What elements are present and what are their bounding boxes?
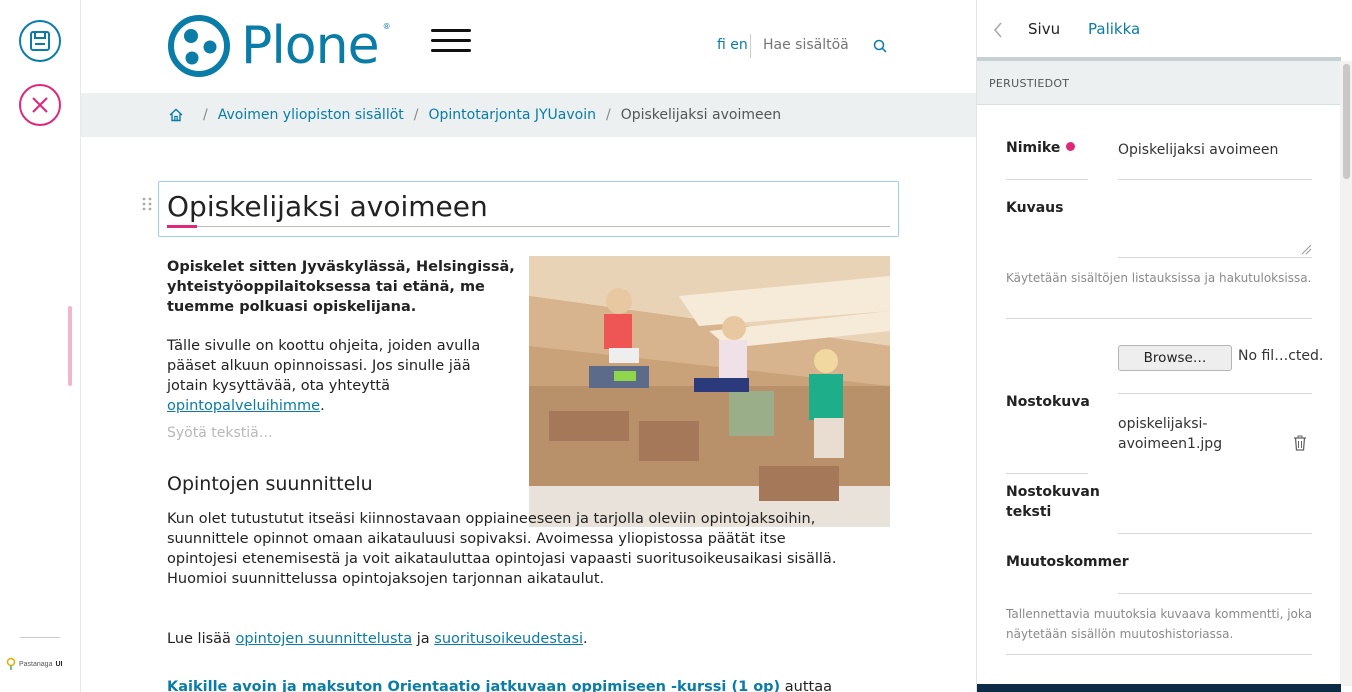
title-underline-accent [167,225,197,228]
brand-label: Pastanaga [19,660,53,668]
planning-paragraph[interactable]: Kun olet tutustutut itseäsi kiinnostavaa… [167,509,857,589]
save-button[interactable] [19,20,61,62]
browse-button[interactable]: Browse… [1118,345,1232,371]
breadcrumb-current: Opiskelijaksi avoimeen [620,107,782,123]
lead-paragraph[interactable]: Opiskelet sitten Jyväskylässä, Helsingis… [167,257,517,317]
required-indicator [1066,142,1076,151]
course-paragraph[interactable]: Kaikille avoin ja maksuton Orientaatio j… [167,677,887,692]
field-divider [1006,318,1312,319]
readmore-end: . [583,631,588,647]
scrollbar-thumb[interactable] [1343,64,1350,179]
no-file-text: No fil…cted. [1238,348,1324,364]
intro-paragraph[interactable]: Tälle sivulle on koottu ohjeita, joiden … [167,336,487,416]
field-underline [1118,179,1312,180]
readmore-mid: ja [412,631,435,647]
logo-registered: ® [382,21,391,31]
home-icon[interactable] [169,108,183,122]
logo-text: Plone [241,16,380,76]
title-underline [167,226,890,227]
field-divider [1006,654,1312,655]
course-text: auttaa [780,679,832,692]
services-link[interactable]: opintopalveluihimme [167,398,320,414]
breadcrumb: / Avoimen yliopiston sisällöt / Opintota… [81,93,976,137]
students-photo[interactable] [529,256,890,527]
properties-sidebar: Sivu Palikka PERUSTIEDOT Nimike Opiskeli… [976,0,1352,692]
brand-suffix: UI [55,660,63,668]
text-block-placeholder[interactable]: Syötä tekstiä… [167,425,273,441]
language-selector[interactable]: fi en [717,37,748,53]
breadcrumb-link[interactable]: Avoimen yliopiston sisällöt [218,107,404,123]
title-label-text: Nimike [1006,140,1061,156]
breadcrumb-separator: / [413,107,419,123]
image-caption-label: Nostokuvan teksti [1006,484,1100,520]
resize-handle-icon[interactable] [1300,243,1312,255]
title-block[interactable]: Opiskelijaksi avoimeen [158,181,899,237]
changenote-label: Muutoskommer [1006,554,1129,570]
left-toolbar: Pastanaga UI [0,0,81,692]
field-divider [1006,179,1088,180]
description-field-label: Kuvaus [1006,200,1064,216]
page-title[interactable]: Opiskelijaksi avoimeen [167,190,488,223]
description-field[interactable] [1118,257,1312,258]
planning-link[interactable]: opintojen suunnittelusta [236,631,413,647]
breadcrumb-link[interactable]: Opintotarjonta JYUavoin [428,107,596,123]
section-header[interactable]: PERUSTIEDOT [977,61,1340,105]
description-help: Käytetään sisältöjen listauksissa ja hak… [1006,271,1312,285]
plone-logo-icon [168,15,230,77]
intro-text: Tälle sivulle on koottu ohjeita, joiden … [167,338,481,394]
search-icon[interactable] [873,39,887,53]
search-input[interactable] [763,37,863,53]
site-header: Plone ® fi en [81,0,976,93]
sidebar-tabs: Sivu Palikka [977,0,1352,58]
header-divider [750,34,751,58]
tab-page[interactable]: Sivu [1028,20,1060,38]
tab-block[interactable]: Palikka [1088,20,1140,38]
field-divider [1006,473,1088,474]
field-underline [1118,393,1312,394]
trash-icon[interactable] [1293,435,1307,451]
breadcrumb-separator: / [203,107,208,123]
pastanaga-brand: Pastanaga UI [6,657,62,671]
image-caption-field[interactable] [1118,533,1312,534]
sidebar-footer-bar [977,684,1341,692]
main-content: Opiskelijaksi avoimeen Opiskelet sitten … [81,137,976,692]
toolbar-divider [20,637,60,638]
changenote-help: Tallennettavia muutoksia kuvaava komment… [1006,607,1312,641]
hamburger-menu-icon[interactable] [431,29,471,53]
pastanaga-logo-icon [6,657,16,670]
title-field[interactable]: Opiskelijaksi avoimeen [1118,140,1278,160]
plone-logo[interactable]: Plone ® [167,14,397,78]
cancel-button[interactable] [19,84,61,126]
image-field-label: Nostokuva [1006,394,1090,410]
title-field-label: Nimike [1006,138,1076,158]
readmore-text: Lue lisää [167,631,236,647]
image-filename: opiskelijaksi-avoimeen1.jpg [1118,416,1223,452]
chevron-left-icon[interactable] [993,22,1003,38]
rights-link[interactable]: suoritusoikeudestasi [434,631,583,647]
toolbar-drag-handle[interactable] [68,306,72,386]
intro-end: . [320,398,325,414]
section-heading[interactable]: Opintojen suunnittelu [167,473,373,495]
readmore-paragraph[interactable]: Lue lisää opintojen suunnittelusta ja su… [167,629,857,649]
close-icon [32,97,48,113]
orientation-course-link[interactable]: Kaikille avoin ja maksuton Orientaatio j… [167,679,780,692]
floppy-disk-icon [30,31,50,51]
drag-handle-icon[interactable] [142,197,152,211]
changenote-field[interactable] [1118,593,1312,594]
breadcrumb-separator: / [606,107,611,123]
